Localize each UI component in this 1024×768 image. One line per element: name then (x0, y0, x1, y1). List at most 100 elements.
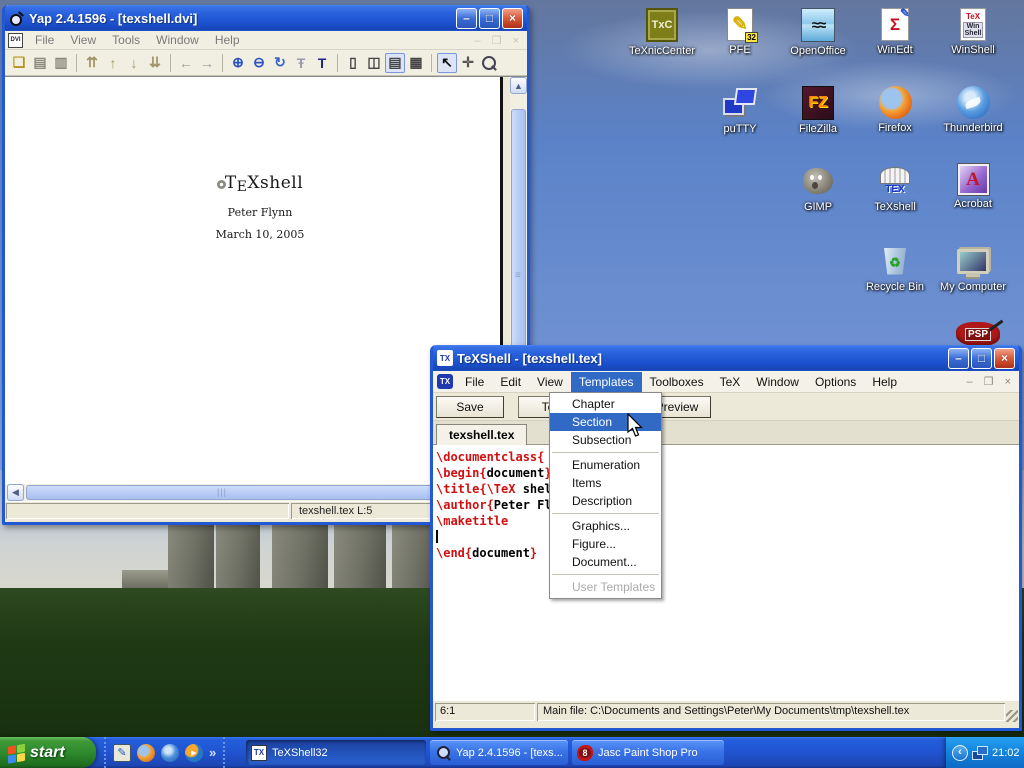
desktop-icon-mycomputer[interactable]: My Computer (933, 244, 1013, 293)
desktop-icon-putty[interactable]: puTTY (700, 86, 780, 135)
pan-hand-icon[interactable]: ✛ (458, 53, 478, 73)
toolbar-separator (76, 54, 77, 72)
scroll-left-button[interactable]: ◀ (7, 484, 24, 501)
tab-texshell-tex[interactable]: texshell.tex (436, 424, 527, 445)
quick-launch-overflow-chevron[interactable]: » (209, 745, 216, 760)
toolbar-separator (431, 54, 432, 72)
save-button[interactable]: Save (436, 396, 504, 418)
select-arrow-icon[interactable]: ↖ (437, 53, 457, 73)
tex-document-icon: TX (437, 374, 453, 389)
paint-shop-pro-icon[interactable]: PSP (956, 322, 1000, 346)
desktop-icon-thunderbird[interactable]: Thunderbird (933, 86, 1013, 134)
clock[interactable]: 21:02 (992, 747, 1020, 759)
firefox-icon[interactable] (137, 744, 155, 762)
menu-item-figure-[interactable]: Figure... (550, 535, 661, 553)
close-button[interactable]: × (502, 8, 523, 29)
menu-item-enumeration[interactable]: Enumeration (550, 456, 661, 474)
tray-collapse-chevron-icon[interactable]: ‹ (952, 745, 968, 761)
thunderbird-icon (957, 86, 990, 119)
media-player-icon[interactable] (185, 744, 203, 762)
desktop-icon-firefox[interactable]: Firefox (855, 86, 935, 134)
desktop-icon-winedt[interactable]: WinEdt (855, 8, 935, 56)
maximize-button[interactable]: □ (971, 348, 992, 369)
desktop-icon-gimp[interactable]: GIMP (778, 164, 858, 213)
minimize-button[interactable]: – (948, 348, 969, 369)
desktop-icon-texniccenter[interactable]: TeXnicCenter (622, 8, 702, 57)
yap-menubar: DVI FileViewToolsWindowHelp – ❐ × (5, 31, 527, 50)
ruler-tool-icon[interactable]: Ŧ (291, 53, 311, 73)
yap-menu-help[interactable]: Help (207, 33, 248, 47)
menu-templates[interactable]: Templates (571, 372, 642, 392)
desktop-icon-label: WinEdt (855, 44, 935, 56)
dvi-document-icon: DVI (8, 33, 23, 48)
taskbar-button-psp[interactable]: Jasc Paint Shop Pro (572, 740, 724, 765)
text-tool-icon[interactable]: T (312, 53, 332, 73)
code-editor[interactable]: \documentclass{\begin{document}\title{\T… (433, 445, 1019, 701)
menu-toolboxes[interactable]: Toolboxes (642, 372, 712, 392)
desktop-icon-filezilla[interactable]: FileZilla (778, 86, 858, 135)
texshell-window-title: TeXShell - [texshell.tex] (457, 351, 946, 366)
forward-icon[interactable]: → (197, 53, 217, 73)
first-page-icon[interactable]: ⇈ (82, 53, 102, 73)
menu-help[interactable]: Help (864, 372, 905, 392)
facing-pages-view-icon[interactable]: ◫ (364, 53, 384, 73)
zoom-in-icon[interactable]: ⊕ (228, 53, 248, 73)
desktop-icon-recyclebin[interactable]: Recycle Bin (855, 244, 935, 293)
menu-window[interactable]: Window (748, 372, 807, 392)
horizontal-scroll-thumb[interactable] (26, 485, 434, 500)
menu-options[interactable]: Options (807, 372, 864, 392)
menu-view[interactable]: View (529, 372, 571, 392)
mdi-child-controls[interactable]: – ❐ × (966, 375, 1015, 388)
back-icon[interactable]: ← (176, 53, 196, 73)
resize-grip[interactable] (1006, 710, 1018, 722)
single-page-view-icon[interactable]: ▯ (343, 53, 363, 73)
close-button[interactable]: × (994, 348, 1015, 369)
menu-file[interactable]: File (457, 372, 492, 392)
magnifier-glass-icon[interactable] (479, 53, 499, 73)
menu-item-graphics-[interactable]: Graphics... (550, 517, 661, 535)
open-file-icon[interactable]: ❏ (9, 53, 29, 73)
mdi-child-controls[interactable]: – ❐ × (474, 34, 523, 47)
desktop-icon-pfe[interactable]: PFE (700, 8, 780, 56)
minimize-button[interactable]: – (456, 8, 477, 29)
refresh-icon[interactable]: ↻ (270, 53, 290, 73)
network-status-icon[interactable] (972, 746, 988, 760)
desktop-icon-texshell-desk[interactable]: TeXshell (855, 164, 935, 213)
desktop-icon-openoffice[interactable]: OpenOffice (778, 8, 858, 57)
menu-item-description[interactable]: Description (550, 492, 661, 510)
yap-menu-file[interactable]: File (27, 33, 62, 47)
taskbar-button-label: Jasc Paint Shop Pro (598, 747, 698, 759)
menu-tex[interactable]: TeX (712, 372, 749, 392)
yap-menu-window[interactable]: Window (148, 33, 207, 47)
next-page-icon[interactable]: ↓ (124, 53, 144, 73)
show-desktop-icon[interactable] (113, 744, 131, 762)
desktop-icon-winshell[interactable]: WinShell (933, 8, 1013, 56)
taskbar-button-texshell[interactable]: TeXShell32 (246, 740, 426, 765)
mycomputer-icon (955, 244, 991, 278)
start-button[interactable]: start (0, 737, 96, 768)
dvi-page[interactable]: TEXshell Peter Flynn March 10, 2005 (5, 77, 503, 484)
last-page-icon[interactable]: ⇊ (145, 53, 165, 73)
previous-page-icon[interactable]: ↑ (103, 53, 123, 73)
yap-titlebar[interactable]: Yap 2.4.1596 - [texshell.dvi] – □ × (5, 5, 527, 31)
menu-item-document-[interactable]: Document... (550, 553, 661, 571)
texshell-window: TeXShell - [texshell.tex] – □ × TX FileE… (430, 345, 1022, 731)
print-icon[interactable]: ▤ (30, 53, 50, 73)
thunderbird-icon[interactable] (161, 744, 179, 762)
menu-item-chapter[interactable]: Chapter (550, 395, 661, 413)
menu-item-user-templates[interactable]: User Templates (550, 578, 661, 596)
maximize-button[interactable]: □ (479, 8, 500, 29)
menu-edit[interactable]: Edit (492, 372, 529, 392)
yap-menu-view[interactable]: View (62, 33, 104, 47)
texshell-statusbar: 6:1 Main file: C:\Documents and Settings… (433, 701, 1019, 723)
scroll-up-button[interactable]: ▲ (510, 77, 527, 94)
desktop-icon-acrobat[interactable]: Acrobat (933, 164, 1013, 210)
menu-item-items[interactable]: Items (550, 474, 661, 492)
yap-menu-tools[interactable]: Tools (104, 33, 148, 47)
continuous-view-icon[interactable]: ▤ (385, 53, 405, 73)
continuous-facing-view-icon[interactable]: ▦ (406, 53, 426, 73)
texshell-titlebar[interactable]: TeXShell - [texshell.tex] – □ × (433, 345, 1019, 371)
zoom-out-icon[interactable]: ⊖ (249, 53, 269, 73)
taskbar-button-yap[interactable]: Yap 2.4.1596 - [texs... (430, 740, 568, 765)
print-setup-icon[interactable]: ▥ (51, 53, 71, 73)
